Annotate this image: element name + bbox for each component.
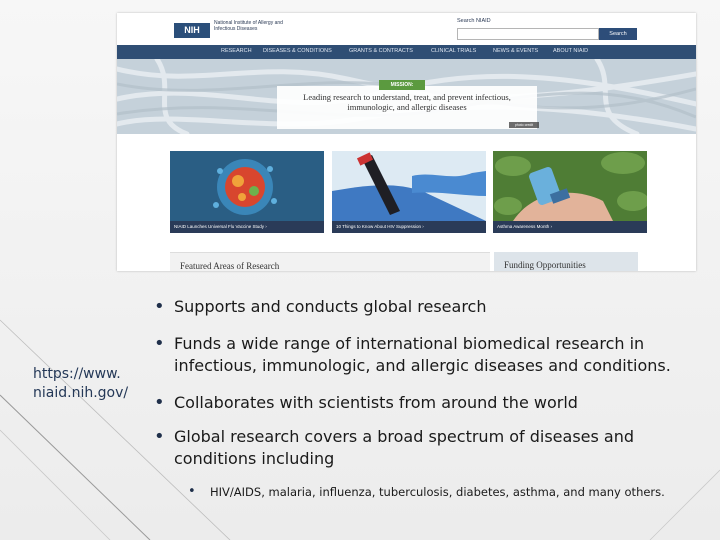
search-button: Search — [599, 28, 637, 40]
search-label: Search NIAID — [457, 18, 491, 24]
nav-item-clinical-trials: CLINICAL TRIALS — [431, 48, 477, 54]
url-line-2: niaid.nih.gov/ — [33, 385, 129, 401]
featured-title: Featured Areas of Research — [180, 261, 280, 271]
card-hiv: 10 Things to Know About HIV Suppression … — [332, 151, 486, 233]
funding-bar: Funding Opportunities — [494, 252, 638, 271]
sub-bullet-icon: • — [188, 484, 196, 499]
site-header: NIH National Institute of Allergy and In… — [117, 13, 696, 45]
card-caption: 10 Things to Know About HIV Suppression … — [332, 221, 486, 233]
nav-item-research: RESEARCH — [221, 48, 252, 54]
nih-logo: NIH — [174, 23, 210, 38]
card-flu-vaccine: NIAID Launches Universal Flu Vaccine Stu… — [170, 151, 324, 233]
nav-item-news: NEWS & EVENTS — [493, 48, 539, 54]
niaid-website-screenshot: NIH National Institute of Allergy and In… — [117, 13, 696, 271]
bullet-icon: • — [154, 296, 165, 317]
card-asthma: Asthma Awareness Month › — [493, 151, 647, 233]
bullet-icon: • — [154, 392, 165, 413]
site-nav: RESEARCH DISEASES & CONDITIONS GRANTS & … — [117, 45, 696, 59]
nav-item-diseases: DISEASES & CONDITIONS — [263, 48, 332, 54]
bullet-icon: • — [154, 426, 165, 447]
featured-research-bar: Featured Areas of Research — [170, 252, 490, 271]
inhaler-image — [493, 151, 647, 221]
blood-vial-image — [332, 151, 486, 221]
funding-title: Funding Opportunities — [504, 260, 586, 270]
search-input — [457, 28, 599, 40]
url-line-1: https://www. — [33, 366, 121, 382]
mission-tag: MISSION: — [379, 80, 425, 90]
bullet-icon: • — [154, 333, 165, 354]
virus-image — [170, 151, 324, 221]
mission-statement: Leading research to understand, treat, a… — [303, 92, 511, 112]
card-caption: Asthma Awareness Month › — [493, 221, 647, 233]
niaid-url[interactable]: https://www. niaid.nih.gov/ — [33, 365, 143, 403]
nav-item-about: ABOUT NIAID — [553, 48, 589, 54]
card-caption: NIAID Launches Universal Flu Vaccine Stu… — [170, 221, 324, 233]
hero-credit: photo credit — [509, 122, 539, 128]
institute-name: National Institute of Allergy and Infect… — [214, 20, 283, 32]
nav-item-grants: GRANTS & CONTRACTS — [349, 48, 413, 54]
